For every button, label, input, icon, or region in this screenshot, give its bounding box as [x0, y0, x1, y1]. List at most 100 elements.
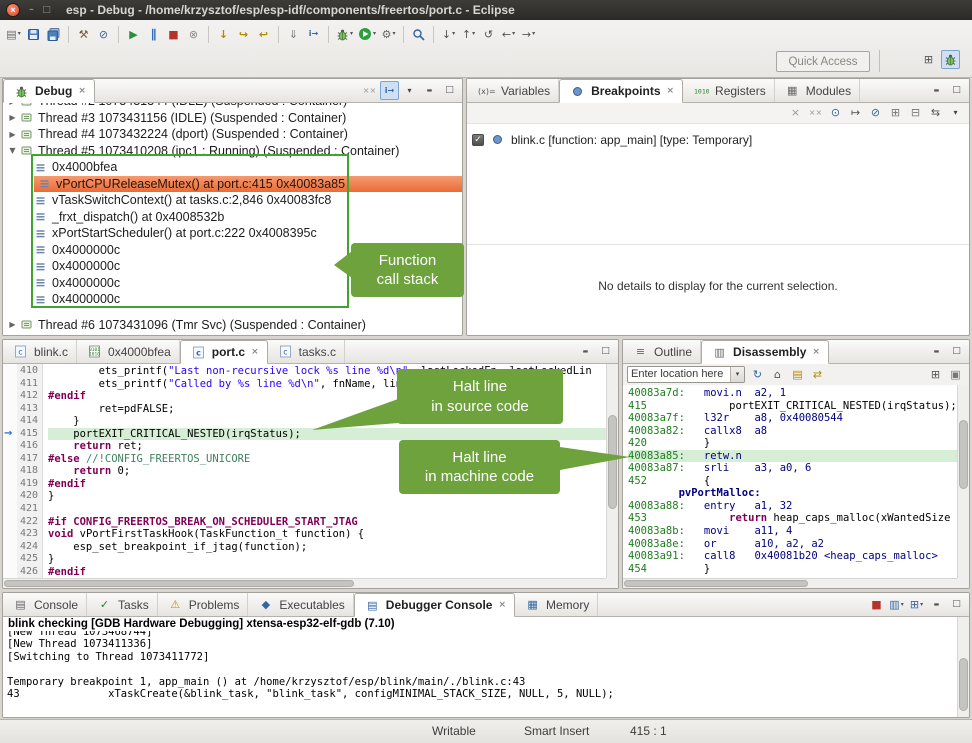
- run-dropdown-icon[interactable]: ▾: [356, 25, 378, 44]
- step-into-icon[interactable]: ↓: [214, 25, 233, 44]
- skip-all-breakpoints-icon[interactable]: ⊘: [866, 103, 885, 122]
- code-line-425[interactable]: }: [48, 553, 606, 566]
- code-line-420[interactable]: }: [48, 490, 606, 503]
- dropdown-arrow-icon[interactable]: ▾: [920, 602, 923, 608]
- debug-frame-row[interactable]: 0x4000000c: [3, 291, 462, 308]
- tab-problems[interactable]: ⚠Problems: [158, 593, 249, 616]
- tab-variables[interactable]: (x)=Variables: [467, 79, 559, 102]
- previous-annotation-icon[interactable]: ↑▾: [459, 25, 478, 44]
- save-all-icon[interactable]: [44, 25, 63, 44]
- debug-frame-row[interactable]: vPortCPUReleaseMutex() at port.c:415 0x4…: [34, 176, 462, 193]
- close-tab-icon[interactable]: ×: [251, 347, 259, 357]
- sync-selection-icon[interactable]: ⇄: [808, 365, 827, 384]
- disassembly-line[interactable]: 40083a7f: l32r a8, 0x40080544: [628, 412, 957, 425]
- home-icon[interactable]: ⌂: [768, 365, 787, 384]
- resume-icon[interactable]: ▶: [124, 25, 143, 44]
- dropdown-arrow-icon[interactable]: ▾: [18, 31, 21, 37]
- tab-debug[interactable]: Debug×: [3, 79, 95, 103]
- code-line-419[interactable]: #endif: [48, 478, 606, 491]
- minimize-icon[interactable]: ▬: [420, 81, 439, 100]
- debug-frame-row[interactable]: 0x4000000c: [3, 275, 462, 292]
- step-return-icon[interactable]: ↩: [254, 25, 273, 44]
- step-over-icon[interactable]: ↪: [234, 25, 253, 44]
- editor-vertical-scrollbar[interactable]: [606, 363, 618, 578]
- tab-disassembly[interactable]: ▥Disassembly×: [701, 340, 829, 364]
- window-maximize-button[interactable]: □: [39, 5, 54, 15]
- line-number[interactable]: 419: [17, 478, 42, 491]
- code-line-411[interactable]: ets_printf("Called by %s line %d\n", fnN…: [48, 378, 606, 391]
- disassembly-line[interactable]: 453 return heap_caps_malloc(xWantedSize: [628, 512, 957, 525]
- code-line-417[interactable]: #else //!CONFIG_FREERTOS_UNICORE: [48, 453, 606, 466]
- show-source-icon[interactable]: ▤: [788, 365, 807, 384]
- line-number[interactable]: 416: [17, 440, 42, 453]
- tab-modules[interactable]: ▦Modules: [775, 79, 860, 102]
- drop-to-frame-icon[interactable]: ⇓: [284, 25, 303, 44]
- disassembly-line[interactable]: 415 portEXIT_CRITICAL_NESTED(irqStatus);: [628, 400, 957, 413]
- display-console-icon[interactable]: ▥▾: [887, 595, 906, 614]
- debug-thread-row[interactable]: ▶Thread #2 1073431344 (IDLE) (Suspended …: [3, 102, 462, 110]
- skip-all-breakpoints-icon[interactable]: ⊘: [94, 25, 113, 44]
- tab-tasks[interactable]: ✓Tasks: [87, 593, 158, 616]
- debug-frame-row[interactable]: 0x4000000c: [3, 258, 462, 275]
- code-line-414[interactable]: }: [48, 415, 606, 428]
- view-menu-icon[interactable]: ▾: [946, 103, 965, 122]
- line-number[interactable]: 420: [17, 490, 42, 503]
- open-perspective-icon[interactable]: ⊞: [919, 50, 938, 69]
- tab-blink-c[interactable]: cblink.c: [3, 340, 77, 363]
- disassembly-line[interactable]: 40083a91: call8 0x40081b20 <heap_caps_ma…: [628, 550, 957, 563]
- line-number[interactable]: 422: [17, 516, 42, 529]
- disassembly-line[interactable]: 40083a8b: movi a11, 4: [628, 525, 957, 538]
- scrollbar-thumb[interactable]: [959, 658, 968, 711]
- refresh-icon[interactable]: ↻: [748, 365, 767, 384]
- scrollbar-thumb[interactable]: [624, 580, 808, 587]
- breakpoint-list-item[interactable]: ✓ blink.c [function: app_main] [type: Te…: [472, 130, 752, 149]
- debug-frame-row[interactable]: 0x4000bfea: [3, 159, 462, 176]
- maximize-icon[interactable]: □: [947, 342, 966, 361]
- code-line-424[interactable]: esp_set_breakpoint_if_jtag(function);: [48, 541, 606, 554]
- quick-access-field[interactable]: Quick Access: [776, 51, 870, 72]
- debug-perspective-icon[interactable]: [941, 50, 960, 69]
- line-number[interactable]: 423: [17, 528, 42, 541]
- dropdown-arrow-icon[interactable]: ▾: [901, 602, 904, 608]
- minimize-icon[interactable]: ▬: [927, 595, 946, 614]
- dropdown-arrow-icon[interactable]: ▾: [512, 31, 515, 37]
- console-output[interactable]: [New Thread 1073468744][New Thread 10734…: [3, 631, 957, 717]
- line-number[interactable]: 411: [17, 378, 42, 391]
- debug-frame-row[interactable]: vTaskSwitchContext() at tasks.c:2,846 0x…: [3, 192, 462, 209]
- instruction-stepping-toggle-icon[interactable]: i→: [380, 81, 399, 100]
- debug-thread-row[interactable]: ▼Thread #5 1073410208 (ipc1 : Running) (…: [3, 143, 462, 160]
- collapse-arrow-icon[interactable]: ▼: [6, 146, 19, 155]
- maximize-icon[interactable]: □: [947, 595, 966, 614]
- line-number[interactable]: 413: [17, 403, 42, 416]
- code-line-415[interactable]: portEXIT_CRITICAL_NESTED(irqStatus);: [48, 428, 606, 441]
- last-edit-location-icon[interactable]: ↺: [479, 25, 498, 44]
- window-minimize-button[interactable]: –: [24, 5, 39, 15]
- scrollbar-thumb[interactable]: [4, 580, 354, 587]
- disassembly-line[interactable]: 40083a82: callx8 a8: [628, 425, 957, 438]
- instruction-stepping-toggle-icon[interactable]: i→: [304, 25, 323, 44]
- external-tools-icon[interactable]: ⚙▾: [379, 25, 398, 44]
- show-breakpoints-for-icon[interactable]: ⊙: [826, 103, 845, 122]
- copy-icon[interactable]: ▣: [946, 365, 965, 384]
- line-number[interactable]: 412: [17, 390, 42, 403]
- debug-dropdown-icon[interactable]: ▾: [334, 25, 355, 44]
- code-line-422[interactable]: #if CONFIG_FREERTOS_BREAK_ON_SCHEDULER_S…: [48, 516, 606, 529]
- disassembly-halt-line[interactable]: 40083a85: retw.n: [628, 450, 957, 463]
- save-icon[interactable]: [24, 25, 43, 44]
- disassembly-line[interactable]: pvPortMalloc:: [628, 487, 957, 500]
- disassembly-line[interactable]: 454 }: [628, 563, 957, 576]
- code-line-416[interactable]: return ret;: [48, 440, 606, 453]
- disassembly-line[interactable]: 420 }: [628, 437, 957, 450]
- code-line-423[interactable]: void vPortFirstTaskHook(TaskFunction_t f…: [48, 528, 606, 541]
- maximize-icon[interactable]: □: [596, 342, 615, 361]
- search-icon[interactable]: [409, 25, 428, 44]
- editor-horizontal-scrollbar[interactable]: [3, 578, 606, 588]
- link-with-debug-icon[interactable]: ⇆: [926, 103, 945, 122]
- remove-breakpoint-icon[interactable]: ×: [786, 103, 805, 122]
- expand-arrow-icon[interactable]: ▶: [6, 130, 19, 139]
- collapse-all-icon[interactable]: ⊟: [906, 103, 925, 122]
- close-tab-icon[interactable]: ×: [812, 347, 820, 357]
- close-tab-icon[interactable]: ×: [78, 86, 86, 96]
- scrollbar-thumb[interactable]: [959, 420, 968, 489]
- expand-all-icon[interactable]: ⊞: [886, 103, 905, 122]
